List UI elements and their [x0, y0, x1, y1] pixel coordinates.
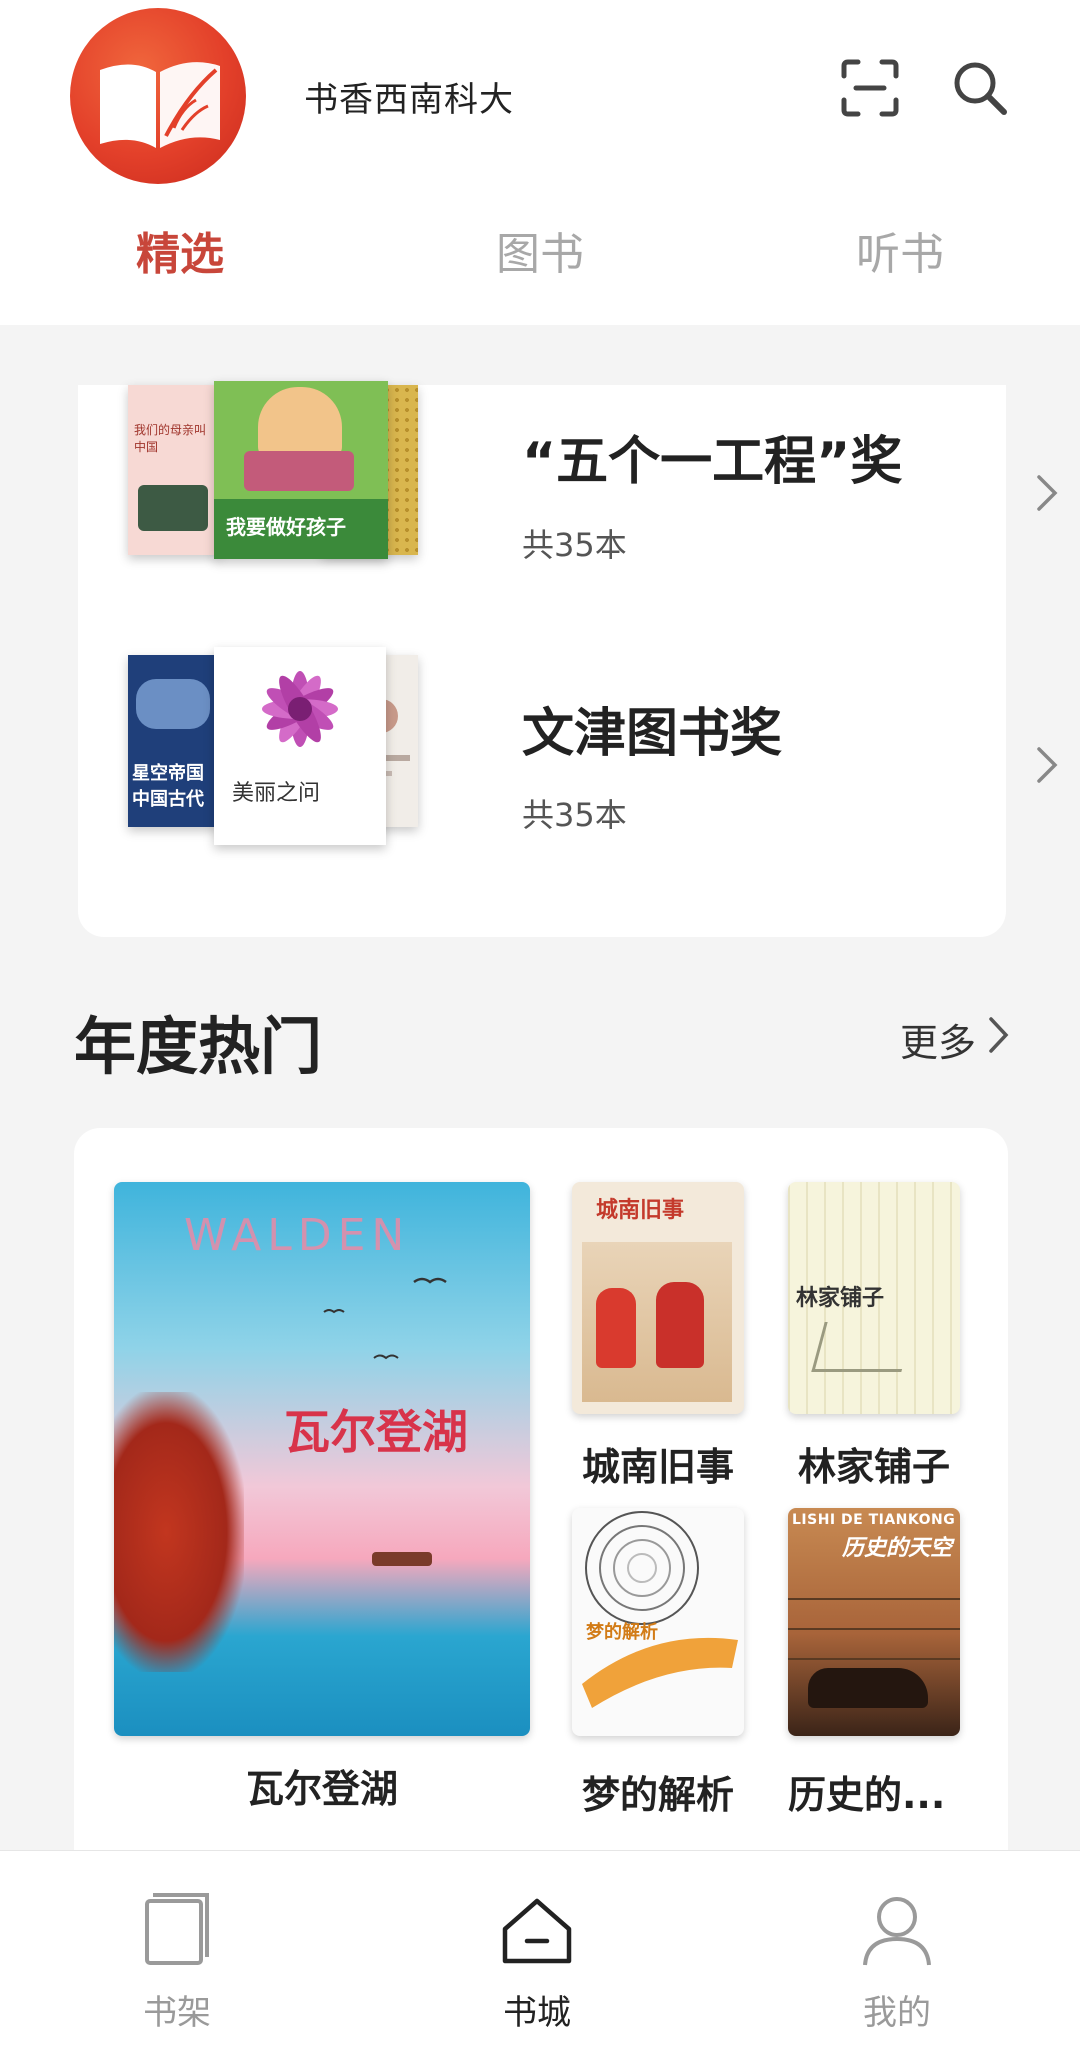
cover-text: 星空帝国 中国古代 [132, 763, 204, 810]
book-title: 林家铺子 [797, 1445, 950, 1489]
award-title: “五个一工程”奖 [522, 432, 903, 492]
chevron-right-icon [1037, 747, 1058, 783]
chevron-right-icon [1037, 475, 1058, 511]
book-cover: LISHI DE TIANKONG 历史的天空 [788, 1508, 960, 1736]
book-cover: 林家铺子 [788, 1182, 960, 1414]
tab-audiobooks[interactable]: 听书 [800, 218, 1000, 282]
award-row-five-one-project[interactable]: 我们的母亲叫中国 我要做好孩子 “五个一工程”奖 共35本 [78, 381, 1058, 585]
book-item-linjia[interactable]: 林家铺子 林家铺子 [788, 1182, 960, 1489]
book-cover: WALDEN 瓦尔登湖 [114, 1182, 530, 1736]
cover-title: 林家铺子 [796, 1285, 885, 1311]
book-title: 历史的... [788, 1773, 946, 1817]
app-logo [70, 8, 246, 184]
cover-text: 我要做好孩子 [226, 515, 346, 539]
cover-text: 我们的母亲叫中国 [134, 423, 207, 454]
awards-card: 我们的母亲叫中国 我要做好孩子 “五个一工程”奖 共35本 星空帝国 中国古代 … [78, 381, 1058, 937]
cover-title: 瓦尔登湖 [284, 1405, 468, 1459]
book-item-dreams[interactable]: 梦的解析 梦的解析 [572, 1508, 744, 1828]
nav-label: 书城 [503, 1993, 571, 2033]
nav-label: 书架 [143, 1993, 211, 2033]
nav-bookstore[interactable]: 书城 [437, 1891, 637, 2051]
book-item-walden[interactable]: WALDEN 瓦尔登湖 瓦尔登湖 [114, 1182, 530, 1822]
cover-title: 历史的天空 [842, 1536, 953, 1561]
nav-profile[interactable]: 我的 [797, 1891, 997, 2051]
book-leaf-logo-icon [100, 62, 220, 148]
cover-text: 美丽之问 [232, 781, 321, 806]
award-covers: 星空帝国 中国古代 美丽之问 [128, 647, 478, 845]
more-link[interactable]: 更多 [900, 1012, 976, 1067]
chevron-right-icon[interactable] [986, 1014, 1012, 1056]
header: 书香西南科大 精选 图书 听书 [0, 0, 1080, 325]
app-screen: 书香西南科大 精选 图书 听书 我们的母亲叫中国 我要做好孩子 “五个一工程”奖… [0, 0, 1080, 2063]
award-count: 共35本 [522, 526, 627, 564]
book-cover: 我们的母亲叫中国 [128, 385, 220, 555]
book-item-history-sky[interactable]: LISHI DE TIANKONG 历史的天空 历史的... [788, 1508, 988, 1828]
award-count: 共35本 [522, 796, 627, 834]
nav-label: 我的 [863, 1993, 931, 2033]
award-covers: 我们的母亲叫中国 我要做好孩子 [128, 381, 478, 560]
nav-bookshelf[interactable]: 书架 [77, 1891, 277, 2051]
tab-books[interactable]: 图书 [440, 218, 640, 282]
cover-title: 城南旧事 [596, 1198, 685, 1223]
award-row-wenjin[interactable]: 星空帝国 中国古代 美丽之问 文津图书奖 共35本 [78, 647, 1058, 855]
search-icon[interactable] [948, 56, 1012, 120]
book-cover: 我要做好孩子 [214, 381, 388, 559]
app-title: 书香西南科大 [304, 80, 514, 120]
tab-featured[interactable]: 精选 [80, 218, 280, 282]
bottom-nav: 书架 书城 我的 [0, 1850, 1080, 2063]
profile-icon [863, 1897, 931, 1966]
book-title: 梦的解析 [581, 1773, 734, 1817]
award-title: 文津图书奖 [522, 704, 783, 764]
cover-subtitle: WALDEN [184, 1210, 411, 1261]
category-tabs: 精选 图书 听书 [0, 218, 1080, 288]
cover-subtitle: LISHI DE TIANKONG [792, 1512, 956, 1528]
bookstore-icon [502, 1898, 572, 1964]
book-cover: 城南旧事 [572, 1182, 744, 1414]
bookshelf-icon [145, 1893, 209, 1965]
section-title: 年度热门 [74, 1010, 323, 1083]
cover-title: 梦的解析 [586, 1622, 658, 1643]
book-cover: 梦的解析 [572, 1508, 744, 1736]
book-title: 城南旧事 [581, 1445, 734, 1489]
book-item-chengnan[interactable]: 城南旧事 城南旧事 [572, 1182, 744, 1489]
book-cover: 星空帝国 中国古代 [128, 655, 220, 827]
hot-books-card: WALDEN 瓦尔登湖 瓦尔登湖 城南旧事 城南旧事 林家铺子 林家铺子 梦的解… [74, 1128, 1008, 1888]
scan-icon[interactable] [838, 56, 902, 120]
book-cover: 美丽之问 [214, 647, 386, 845]
book-title: 瓦尔登湖 [245, 1767, 398, 1811]
